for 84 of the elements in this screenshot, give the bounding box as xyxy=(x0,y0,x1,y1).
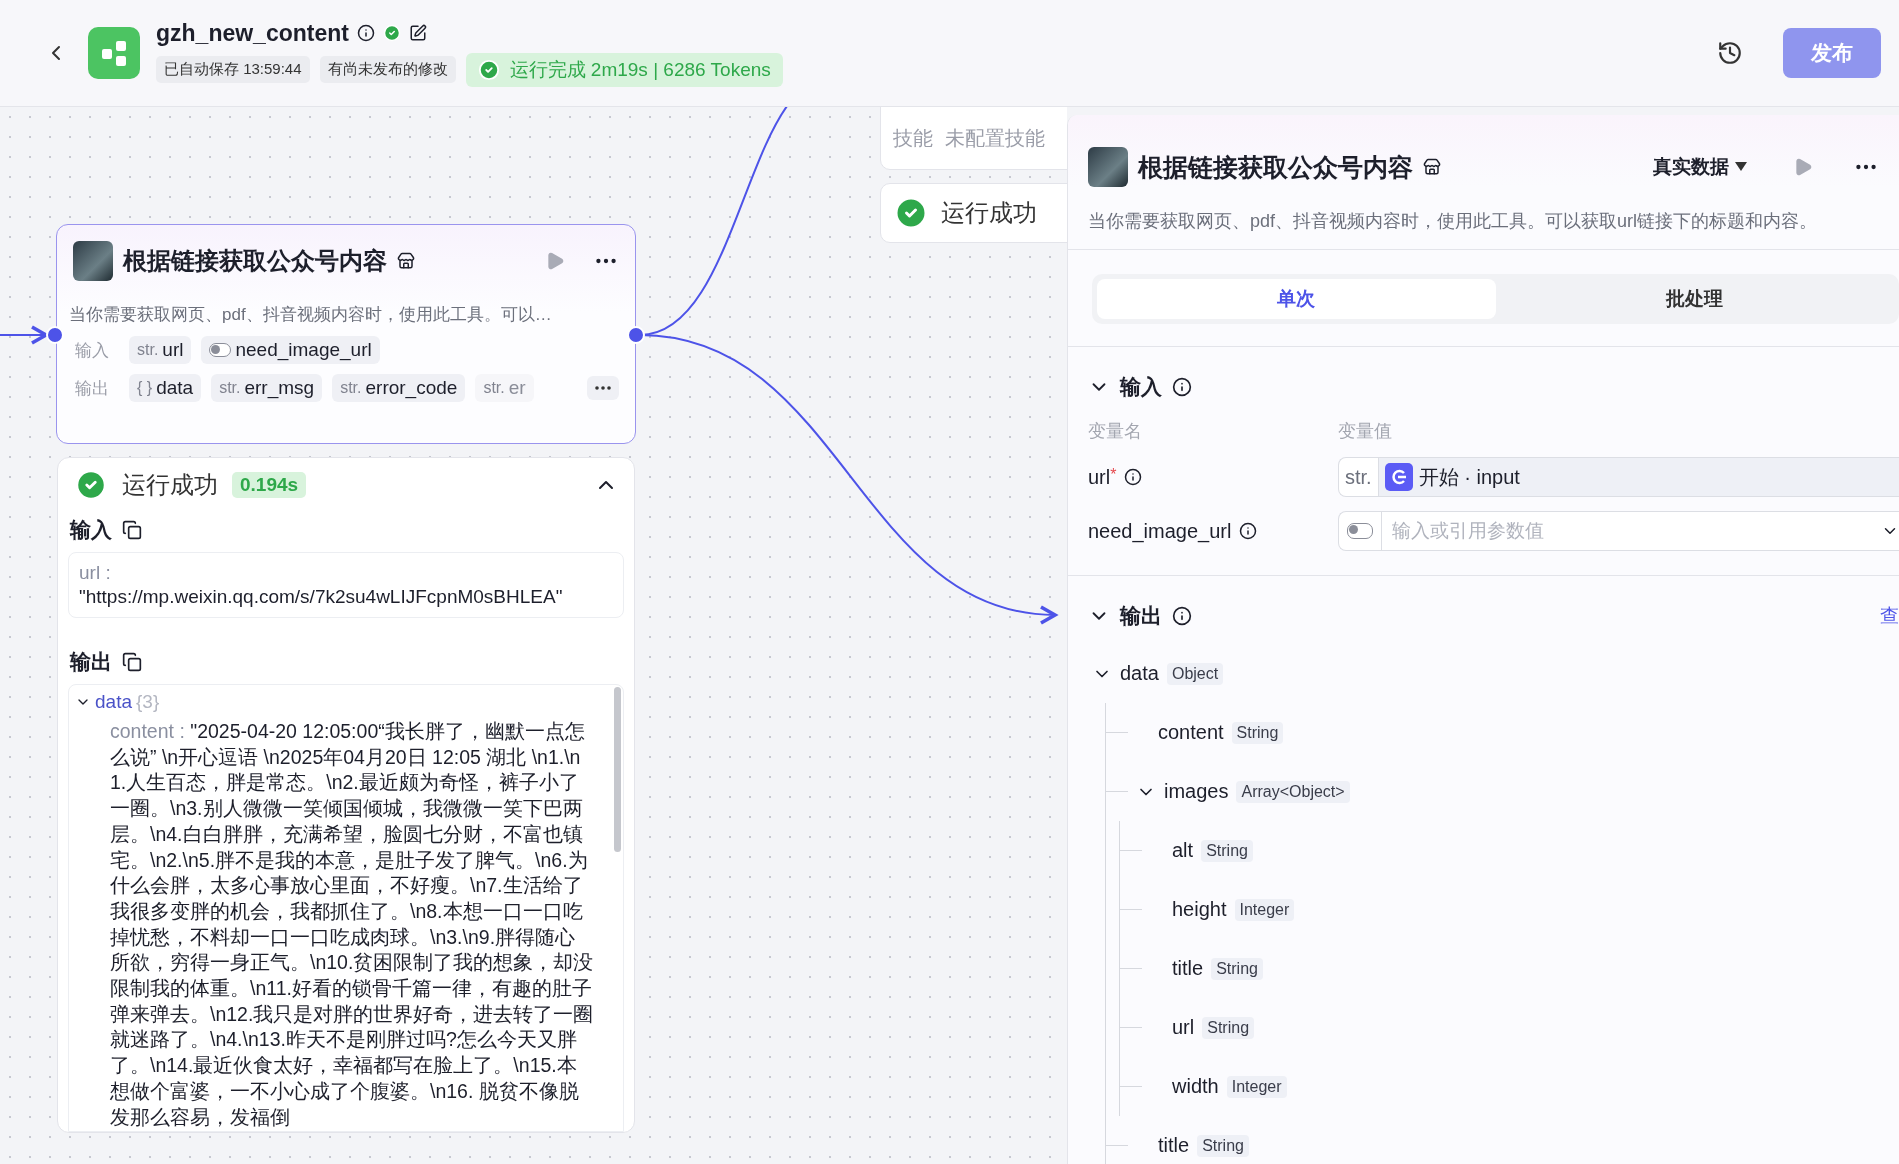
input-handle[interactable] xyxy=(46,326,64,344)
mode-tab[interactable]: 批处理 xyxy=(1495,279,1894,319)
param-field[interactable]: 输入或引用参数值 xyxy=(1338,511,1899,551)
photo-placeholder xyxy=(73,241,113,281)
type-tag: Integer xyxy=(1234,898,1295,921)
data-mode-dropdown[interactable]: 真实数据 xyxy=(1647,153,1753,181)
skills-label: 技能 xyxy=(893,125,933,151)
field-name: height xyxy=(1172,898,1227,921)
skills-value: 未配置技能 xyxy=(945,125,1045,151)
column-header: 变量名 xyxy=(1088,420,1143,443)
item-count: {3} xyxy=(136,691,160,713)
field-name: width xyxy=(1172,1075,1219,1098)
edit-icon[interactable] xyxy=(408,24,427,42)
input-chip: need_image_url xyxy=(201,336,380,364)
app-logo-icon xyxy=(88,27,140,79)
input-chip: str. url xyxy=(129,336,192,364)
unpublished-label: 有尚未发布的修改 xyxy=(319,56,456,83)
check-icon xyxy=(382,24,401,42)
type-tag: String xyxy=(1211,957,1263,980)
info-icon[interactable] xyxy=(356,24,375,42)
store-icon xyxy=(1423,158,1441,176)
json-content-text: content : "2025-04-20 12:05:00“我长胖了，幽默一点怎么说” \n开心逗语 \n2025年04月20日 12:05 湖北 \n1.\n1.人生百态，胖是常态。\n2.最近颇为奇怪，裤子小了一圈。\n3.别人微微一笑倾国倾城，我微微一笑下巴两层。\n4.白白胖胖，充满希望，脸圆七分财，不富也镇宅。\n2.\n5.胖不是我的本意，是肚子发了脾气。\n6.为什么会胖，太多心事放心里面，不好瘦。\n7.生活给了我很多变胖的机会，我都抓住了。\n8.本想一口一口吃掉忧愁，不料却一口一口吃成肉球。\n3.\n9.胖得随心所欲，穷得一身正气。\n10.贫困限制了我的想象，却没限制我的体重。\n11.好看的锁骨千篇一律，有趣的肚子弹来弹去。\n12.我只是对胖的世界好奇，进去转了一圈就迷路了。\n4.\n13.昨天不是刚胖过吗?怎么今天又胖了。\n14.最近伙食太好，幸福都写在脸上了。\n15.本想做个富婆，一不小心成了个腹婆。\n16. 脱贫不像脱发那么容易，发福倒 xyxy=(110,719,595,1130)
field-name: alt xyxy=(1172,839,1194,862)
output-chip: { } data xyxy=(129,374,202,402)
caret-icon xyxy=(1735,162,1747,172)
required-mark: * xyxy=(1110,465,1117,483)
copy-icon[interactable] xyxy=(122,652,142,672)
type-tag: String xyxy=(1197,1134,1249,1157)
section-title: 输出 xyxy=(1120,603,1162,629)
photo-placeholder xyxy=(1088,147,1128,187)
info-icon[interactable] xyxy=(1172,377,1192,397)
edge-arrow xyxy=(0,325,48,345)
type-tag: String xyxy=(1202,1016,1255,1039)
run-status: 运行成功 xyxy=(941,198,1037,228)
run-status-text: 运行完成 2m19s | 6286 Tokens xyxy=(509,57,771,82)
section-title: 输入 xyxy=(70,517,112,543)
type-tag: Object xyxy=(1166,662,1224,685)
mode-tab[interactable]: 单次 xyxy=(1097,279,1496,319)
more-button[interactable] xyxy=(587,376,619,400)
output-chip: str. error_code xyxy=(332,374,466,402)
json-key: data xyxy=(95,691,132,713)
run-status: 运行成功 xyxy=(122,470,218,500)
start-node-icon xyxy=(1384,463,1413,491)
node-title: 根据链接获取公众号内容 xyxy=(123,246,387,276)
more-icon xyxy=(595,386,611,390)
output-handle[interactable] xyxy=(627,326,645,344)
autosave-label: 已自动保存 13:59:44 xyxy=(156,56,310,83)
field-name: data xyxy=(1120,662,1159,685)
info-icon[interactable] xyxy=(1239,522,1258,540)
type-tag: String xyxy=(1231,721,1284,744)
panel-description: 当你需要获取网页、pdf、抖音视频内容时，使用此工具。可以获取url链接下的标题和内容。 xyxy=(1068,187,1899,250)
view-link[interactable]: 查 xyxy=(1880,603,1899,629)
json-key: url : xyxy=(79,561,613,585)
tool-node-card[interactable]: 根据链接获取公众号内容 当你需要获取网页、pdf、抖音视频内容时，使用此工具。可以… 输入 str. url need_image_url 输出 { } data str. err_msg str. error_code str. er xyxy=(56,224,636,444)
info-icon[interactable] xyxy=(1124,468,1143,486)
check-icon xyxy=(477,58,500,81)
output-chip: str. er xyxy=(475,374,534,402)
workflow-title: gzh_new_content xyxy=(156,19,349,47)
field-name: title xyxy=(1172,957,1204,980)
row-label: 输入 xyxy=(74,339,110,362)
copy-icon[interactable] xyxy=(122,520,142,540)
info-icon[interactable] xyxy=(1172,606,1192,626)
field-name: title xyxy=(1158,1134,1190,1157)
section-title: 输出 xyxy=(70,649,112,675)
field-name: url xyxy=(1172,1016,1195,1039)
field-name: content xyxy=(1158,721,1224,744)
panel-title: 根据链接获取公众号内容 xyxy=(1138,151,1413,183)
output-chip: str. err_msg xyxy=(211,374,323,402)
type-tag: Array<Object> xyxy=(1236,780,1350,803)
scrollbar-thumb[interactable] xyxy=(614,687,621,852)
type-tag: String xyxy=(1201,839,1253,862)
param-name: url xyxy=(1088,465,1111,489)
type-tag: Integer xyxy=(1226,1075,1287,1098)
column-header: 变量值 xyxy=(1338,420,1393,443)
duration-badge: 0.194s xyxy=(232,472,307,498)
store-icon xyxy=(397,252,415,270)
param-name: need_image_url xyxy=(1088,519,1232,543)
reference-field[interactable]: str. 开始 · input xyxy=(1338,457,1899,497)
json-value: "https://mp.weixin.qq.com/s/7k2su4wLIJFcpnM0sBHLEA" xyxy=(79,585,564,609)
section-title: 输入 xyxy=(1120,374,1162,400)
field-name: images xyxy=(1164,780,1229,803)
toggle-switch[interactable] xyxy=(1347,523,1373,539)
row-label: 输出 xyxy=(74,377,110,400)
node-description: 当你需要获取网页、pdf、抖音视频内容时，使用此工具。可以… xyxy=(69,304,553,326)
